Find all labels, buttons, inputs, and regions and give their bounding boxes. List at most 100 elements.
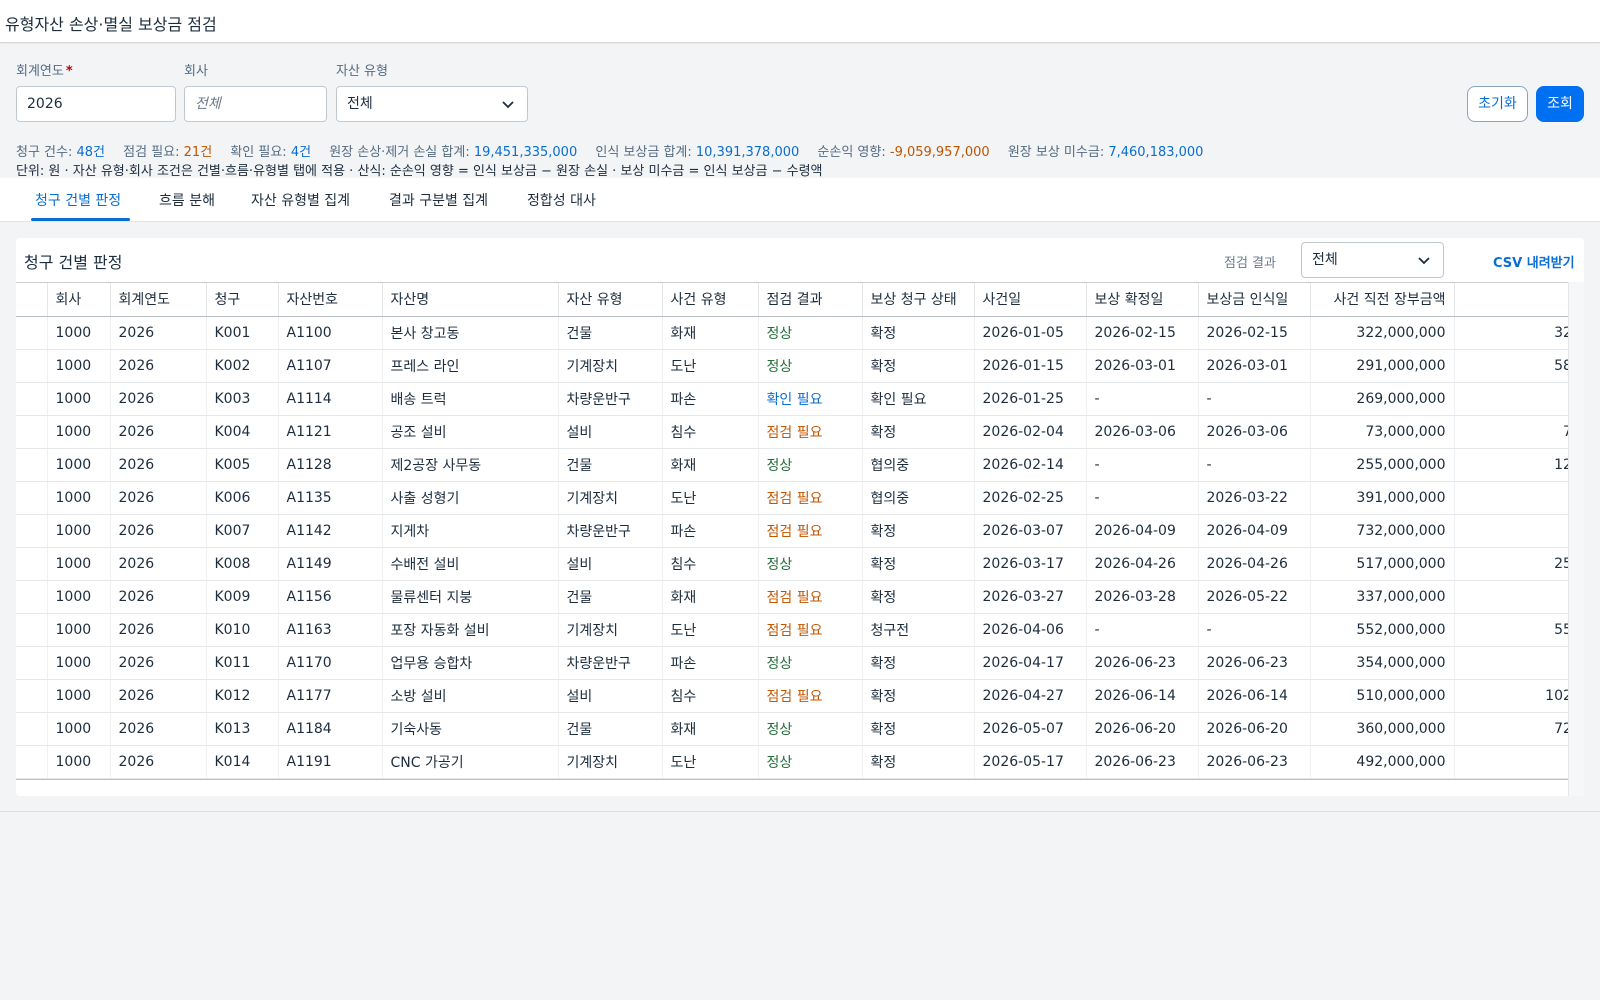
company-input[interactable]: 전체 — [184, 86, 327, 122]
tab-reconcile[interactable]: 정합성 대사 — [527, 190, 596, 210]
cell-claim-status-col: 청구전 — [862, 613, 975, 647]
cell-company-col: 1000 — [47, 613, 111, 647]
cell-select-col — [16, 349, 48, 383]
cell-asset-type-col: 차량운반구 — [558, 646, 663, 680]
column-header-asset-name-col[interactable]: 자산명 — [382, 283, 559, 317]
column-header-book-value-col[interactable]: 사건 직전 장부금액 — [1310, 283, 1455, 317]
column-header-event-type-col[interactable]: 사건 유형 — [662, 283, 759, 317]
cell-recog-date-col: - — [1198, 613, 1311, 647]
column-header-asset-type-col[interactable]: 자산 유형 — [558, 283, 663, 317]
cell-confirm-date-col: 2026-06-20 — [1086, 712, 1199, 746]
reset-button[interactable]: 초기화 — [1467, 86, 1528, 122]
shell-header: 유형자산 손상·멸실 보상금 점검 — [0, 0, 1600, 43]
required-mark: * — [65, 64, 73, 79]
tab-bar: 청구 건별 판정 흐름 분해 자산 유형별 집계 결과 구분별 집계 정합성 대… — [0, 178, 1600, 222]
table-bottom-border — [16, 779, 1568, 780]
cell-event-type-col: 화재 — [662, 316, 759, 350]
table-row[interactable]: 1000 2026 K006 A1135 사출 성형기 기계장치 도난 점검 필요 협의중 202… — [16, 481, 1568, 515]
cell-asset-no-col: A1114 — [278, 382, 383, 416]
cell-asset-name-col: 배송 트럭 — [382, 382, 559, 416]
cell-claim-col: K009 — [206, 580, 279, 614]
cell-result-col: 점검 필요 — [758, 613, 863, 647]
cell-claim-col: K002 — [206, 349, 279, 383]
cell-asset-no-col: A1191 — [278, 745, 383, 779]
cell-confirm-date-col: - — [1086, 382, 1199, 416]
result-filter-select[interactable]: 전체 — [1301, 242, 1444, 278]
cell-select-col — [16, 679, 48, 713]
table-row[interactable]: 1000 2026 K005 A1128 제2공장 사무동 건물 화재 정상 협의중 2026-0… — [16, 448, 1568, 482]
cell-select-col — [16, 580, 48, 614]
cell-company-col: 1000 — [47, 580, 111, 614]
cell-confirm-date-col: 2026-06-23 — [1086, 745, 1199, 779]
tab-claims[interactable]: 청구 건별 판정 — [35, 190, 121, 210]
cell-claim-status-col: 확정 — [862, 646, 975, 680]
cell-event-date-col: 2026-01-25 — [974, 382, 1087, 416]
cell-result-col: 확인 필요 — [758, 382, 863, 416]
column-header-event-date-col[interactable]: 사건일 — [974, 283, 1087, 317]
column-header-year-col[interactable]: 회계연도 — [110, 283, 207, 317]
column-header-asset-no-col[interactable]: 자산번호 — [278, 283, 383, 317]
cell-asset-type-col: 건물 — [558, 712, 663, 746]
cell-claim-col: K010 — [206, 613, 279, 647]
search-button[interactable]: 조회 — [1536, 86, 1584, 122]
table-row[interactable]: 1000 2026 K009 A1156 물류센터 지붕 건물 화재 점검 필요 확정 2026-… — [16, 580, 1568, 614]
cell-event-type-col: 화재 — [662, 712, 759, 746]
tab-flow[interactable]: 흐름 분해 — [159, 190, 215, 210]
table-row[interactable]: 1000 2026 K014 A1191 CNC 가공기 기계장치 도난 정상 확정 2026-0… — [16, 745, 1568, 779]
cell-asset-no-col: A1142 — [278, 514, 383, 548]
cell-book-value-col: 73,000,000 — [1310, 415, 1455, 449]
cell-asset-name-col: 본사 창고동 — [382, 316, 559, 350]
cell-asset-type-col: 기계장치 — [558, 613, 663, 647]
cell-result-col: 점검 필요 — [758, 514, 863, 548]
cell-claim-status-col: 확정 — [862, 745, 975, 779]
cell-confirm-date-col: 2026-02-15 — [1086, 316, 1199, 350]
column-header-confirm-date-col[interactable]: 보상 확정일 — [1086, 283, 1199, 317]
column-header-result-col[interactable]: 점검 결과 — [758, 283, 863, 317]
cell-claim-col: K004 — [206, 415, 279, 449]
cell-result-col: 점검 필요 — [758, 580, 863, 614]
year-input[interactable]: 2026 — [16, 86, 176, 122]
tab-asset-type[interactable]: 자산 유형별 집계 — [251, 190, 350, 210]
table-row[interactable]: 1000 2026 K008 A1149 수배전 설비 설비 침수 정상 확정 2026-03-1… — [16, 547, 1568, 581]
cell-event-type-col: 파손 — [662, 382, 759, 416]
csv-download-link[interactable]: CSV 내려받기 — [1493, 252, 1575, 271]
column-header-claim-status-col[interactable]: 보상 청구 상태 — [862, 283, 975, 317]
asset-type-select[interactable]: 전체 — [336, 86, 528, 122]
column-header-residual-col[interactable]: 잔존가 — [1454, 283, 1568, 317]
cell-asset-no-col: A1121 — [278, 415, 383, 449]
table-row[interactable]: 1000 2026 K013 A1184 기숙사동 건물 화재 정상 확정 2026-05-07 2… — [16, 712, 1568, 746]
cell-select-col — [16, 382, 48, 416]
cell-event-type-col: 침수 — [662, 547, 759, 581]
table-row[interactable]: 1000 2026 K011 A1170 업무용 승합차 차량운반구 파손 정상 확정 2026-… — [16, 646, 1568, 680]
cell-book-value-col: 510,000,000 — [1310, 679, 1455, 713]
cell-asset-name-col: 기숙사동 — [382, 712, 559, 746]
cell-result-col: 점검 필요 — [758, 415, 863, 449]
table-row[interactable]: 1000 2026 K007 A1142 지게차 차량운반구 파손 점검 필요 확정 2026-0… — [16, 514, 1568, 548]
table-row[interactable]: 1000 2026 K002 A1107 프레스 라인 기계장치 도난 정상 확정 2026-01… — [16, 349, 1568, 383]
column-header-recog-date-col[interactable]: 보상금 인식일 — [1198, 283, 1311, 317]
cell-company-col: 1000 — [47, 679, 111, 713]
cell-asset-no-col: A1184 — [278, 712, 383, 746]
table-row[interactable]: 1000 2026 K003 A1114 배송 트럭 차량운반구 파손 확인 필요 확인 필요 2… — [16, 382, 1568, 416]
table-row[interactable]: 1000 2026 K012 A1177 소방 설비 설비 침수 점검 필요 확정 2026-04… — [16, 679, 1568, 713]
cell-residual-col: 25,850, — [1454, 547, 1568, 581]
cell-claim-status-col: 확정 — [862, 349, 975, 383]
cell-asset-name-col: 수배전 설비 — [382, 547, 559, 581]
cell-event-date-col: 2026-03-07 — [974, 514, 1087, 548]
cell-asset-type-col: 기계장치 — [558, 349, 663, 383]
tab-result[interactable]: 결과 구분별 집계 — [389, 190, 488, 210]
column-header-claim-col[interactable]: 청구 — [206, 283, 279, 317]
table-row[interactable]: 1000 2026 K004 A1121 공조 설비 설비 침수 점검 필요 확정 2026-02… — [16, 415, 1568, 449]
cell-claim-status-col: 확인 필요 — [862, 382, 975, 416]
cell-asset-type-col: 건물 — [558, 316, 663, 350]
column-header-company-col[interactable]: 회사 — [47, 283, 111, 317]
result-filter-label: 점검 결과 — [1224, 256, 1276, 271]
table-row[interactable]: 1000 2026 K001 A1100 본사 창고동 건물 화재 정상 확정 2026-01-0… — [16, 316, 1568, 350]
cell-residual-col — [1454, 646, 1568, 680]
cell-book-value-col: 552,000,000 — [1310, 613, 1455, 647]
vertical-scrollbar[interactable] — [1568, 282, 1584, 796]
cell-claim-status-col: 협의중 — [862, 448, 975, 482]
cell-event-date-col: 2026-02-25 — [974, 481, 1087, 515]
table-row[interactable]: 1000 2026 K010 A1163 포장 자동화 설비 기계장치 도난 점검 필요 청구전… — [16, 613, 1568, 647]
cell-company-col: 1000 — [47, 448, 111, 482]
